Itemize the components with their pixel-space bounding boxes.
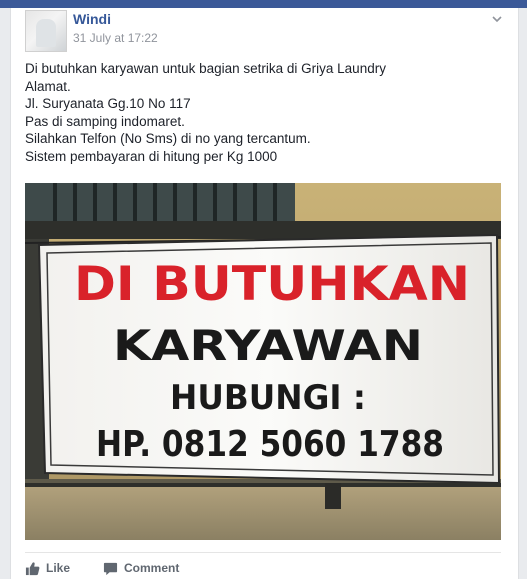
banner-line-2: KARYAWAN bbox=[113, 321, 423, 370]
banner-line-4: HP. 0812 5060 1788 bbox=[96, 424, 444, 465]
chevron-down-icon[interactable] bbox=[490, 12, 504, 26]
top-navigation-bar bbox=[0, 0, 527, 8]
post-text-line: Sistem pembayaran di hitung per Kg 1000 bbox=[25, 148, 278, 164]
post-card: Windi 31 July at 17:22 Di butuhkan karya… bbox=[10, 8, 519, 579]
comment-button[interactable]: Comment bbox=[103, 560, 179, 576]
post-text-line: Di butuhkan karyawan untuk bagian setrik… bbox=[25, 61, 386, 76]
comment-label: Comment bbox=[124, 561, 180, 575]
post-text-line: Jl. Suryanata Gg.10 No 117 bbox=[25, 96, 191, 111]
like-label: Like bbox=[46, 561, 71, 575]
post-text-line: Alamat. bbox=[25, 78, 71, 94]
thumbs-up-icon bbox=[25, 561, 40, 575]
post-text-line: Silahkan Telfon (No Sms) di no yang terc… bbox=[25, 131, 311, 146]
post-photo[interactable]: DI BUTUHKAN KARYAWAN HUBUNGI : HP. 0812 … bbox=[25, 183, 501, 540]
like-button[interactable]: Like bbox=[25, 560, 70, 576]
post-text-line: Pas di samping indomaret. bbox=[25, 113, 185, 129]
comment-icon bbox=[103, 562, 118, 575]
post-timestamp[interactable]: 31 July at 17:22 bbox=[73, 31, 158, 45]
post-text: Di butuhkan karyawan untuk bagian setrik… bbox=[25, 60, 495, 165]
avatar-figure bbox=[36, 19, 56, 47]
author-name[interactable]: Windi bbox=[73, 11, 111, 27]
banner-line-3: HUBUNGI : bbox=[170, 378, 366, 418]
divider bbox=[25, 552, 501, 553]
avatar[interactable] bbox=[25, 10, 67, 52]
banner-photo: DI BUTUHKAN KARYAWAN HUBUNGI : HP. 0812 … bbox=[25, 183, 501, 540]
banner-line-1: DI BUTUHKAN bbox=[74, 257, 470, 312]
